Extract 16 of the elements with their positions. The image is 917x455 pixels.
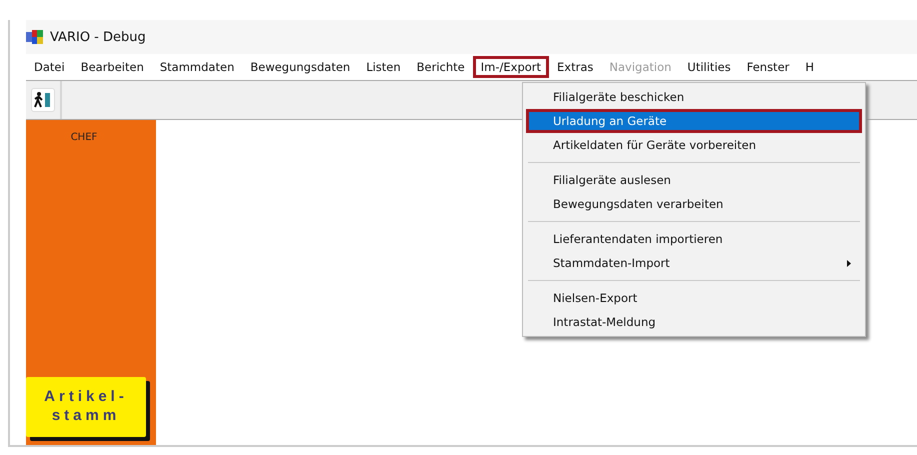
- menu-entry[interactable]: Nielsen-Export: [526, 286, 862, 310]
- menu-entry[interactable]: Stammdaten-Import: [526, 251, 862, 275]
- article-master-button[interactable]: Artikel- stamm: [26, 377, 146, 437]
- running-figure-icon: [34, 91, 52, 109]
- window-title: VARIO - Debug: [50, 30, 146, 44]
- menu-entry[interactable]: Artikeldaten für Geräte vorbereiten: [526, 133, 862, 157]
- app-logo-icon: [26, 29, 44, 45]
- menu-entry[interactable]: Filialgeräte auslesen: [526, 168, 862, 192]
- menu-item[interactable]: Im-/Export: [472, 56, 550, 78]
- exit-button[interactable]: [31, 88, 55, 112]
- menu-entry[interactable]: Intrastat-Meldung: [526, 310, 862, 334]
- menu-entry[interactable]: Urladung an Geräte: [526, 109, 862, 133]
- submenu-arrow-icon: [847, 260, 851, 266]
- menu-entry[interactable]: Lieferantendaten importieren: [526, 227, 862, 251]
- user-name: CHEF: [70, 132, 98, 143]
- menu-entry[interactable]: Bewegungsdaten verarbeiten: [526, 192, 862, 216]
